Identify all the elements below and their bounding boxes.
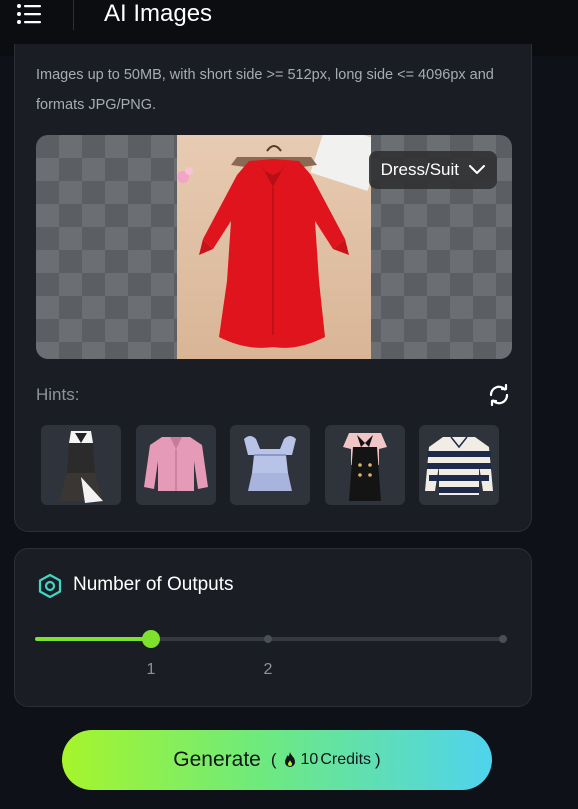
slider-step-dot[interactable] [264, 635, 272, 643]
hint-sleeveless-dress[interactable] [41, 425, 121, 505]
hint-thumbnails [41, 425, 511, 507]
blue-top-icon [244, 436, 296, 491]
slider-tick-label-2: 2 [263, 661, 273, 678]
menu-icon[interactable] [16, 2, 42, 26]
slider-step-dot[interactable] [499, 635, 507, 643]
refresh-icon[interactable] [487, 383, 511, 407]
upload-requirements-text: Images up to 50MB, with short side >= 51… [36, 67, 494, 113]
hint-black-dress[interactable] [325, 425, 405, 505]
chevron-down-icon [469, 165, 485, 174]
black-dress-icon [343, 433, 387, 501]
generate-button[interactable]: Generate ( 10 Credits ) [62, 730, 492, 790]
slider-tick-label-1: 1 [146, 661, 156, 678]
hints-label: Hints: [36, 385, 80, 404]
page-title: AI Images [104, 0, 213, 27]
slider-thumb[interactable] [142, 630, 160, 648]
generate-label: Generate [173, 748, 261, 771]
header-divider [73, 0, 74, 30]
hint-pink-jacket[interactable] [136, 425, 216, 505]
credits-amount: 10 [300, 751, 319, 768]
credits-cost: 10 Credits [277, 751, 371, 769]
image-preview[interactable]: Dress/Suit [36, 135, 512, 359]
category-selected-label: Dress/Suit [380, 160, 459, 179]
outputs-title: Number of Outputs [73, 574, 234, 595]
pink-jacket-icon [144, 437, 208, 491]
fire-icon [284, 752, 295, 767]
upload-card: Images up to 50MB, with short side >= 51… [14, 44, 532, 532]
uploaded-dress-photo [177, 135, 371, 359]
striped-sweater-icon [425, 436, 493, 495]
sleeveless-dress-icon [59, 431, 103, 503]
hexagon-icon [38, 573, 62, 599]
outputs-slider[interactable] [35, 629, 509, 649]
credits-word: Credits [320, 751, 372, 768]
outputs-card: Number of Outputs 1 2 [14, 548, 532, 707]
red-dress-illustration [177, 145, 349, 348]
credits-close-paren: ) [375, 750, 381, 769]
hint-striped-sweater[interactable] [419, 425, 499, 505]
category-dropdown[interactable]: Dress/Suit [368, 151, 497, 189]
hint-blue-top[interactable] [230, 425, 310, 505]
slider-fill [35, 637, 151, 641]
